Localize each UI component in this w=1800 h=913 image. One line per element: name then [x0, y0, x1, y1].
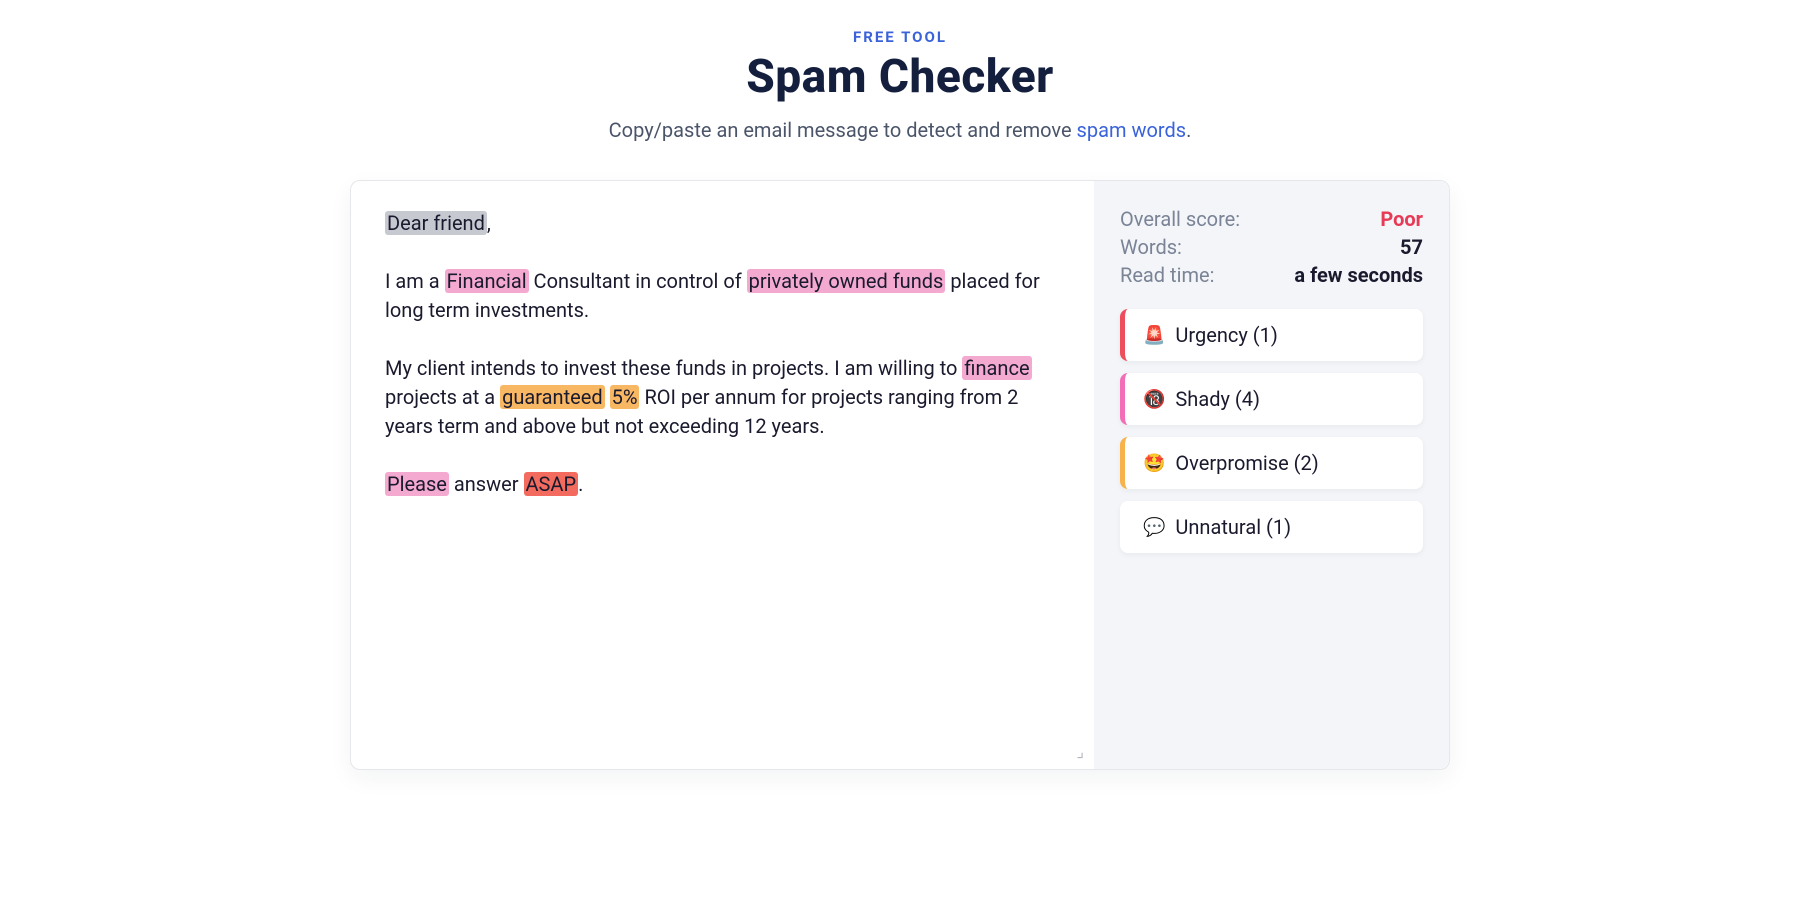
- category-card-shady[interactable]: 🔞 Shady (4): [1120, 373, 1423, 425]
- page-subtitle: Copy/paste an email message to detect an…: [350, 118, 1450, 142]
- text-span: answer: [449, 472, 524, 496]
- category-label: Urgency (1): [1175, 323, 1277, 347]
- text-span: My client intends to invest these funds …: [385, 356, 962, 380]
- tool-wrapper: Dear friend, I am a Financial Consultant…: [350, 180, 1450, 770]
- text-span: I am a: [385, 269, 445, 293]
- read-time-value: a few seconds: [1294, 263, 1423, 287]
- highlighted-word: Dear friend: [385, 211, 487, 235]
- category-card-overpromise[interactable]: 🤩 Overpromise (2): [1120, 437, 1423, 489]
- unnatural-icon: 💬: [1143, 517, 1165, 538]
- overall-score-value: Poor: [1380, 207, 1423, 231]
- eyebrow-label: FREE TOOL: [350, 28, 1450, 46]
- words-value: 57: [1400, 235, 1423, 259]
- shady-icon: 🔞: [1143, 389, 1165, 410]
- category-list: 🚨 Urgency (1) 🔞 Shady (4) 🤩 Overpromise (2) 💬 U…: [1120, 309, 1423, 553]
- text-span: Consultant in control of: [529, 269, 747, 293]
- overpromise-icon: 🤩: [1143, 453, 1165, 474]
- words-label: Words:: [1120, 235, 1182, 259]
- subtitle-pre: Copy/paste an email message to detect an…: [609, 118, 1077, 142]
- highlighted-word: Financial: [445, 269, 529, 293]
- highlighted-word: 5%: [610, 385, 640, 409]
- page-container: FREE TOOL Spam Checker Copy/paste an ema…: [350, 0, 1450, 770]
- category-card-urgency[interactable]: 🚨 Urgency (1): [1120, 309, 1423, 361]
- text-span: projects at a: [385, 385, 500, 409]
- highlighted-word: guaranteed: [500, 385, 604, 409]
- subtitle-post: .: [1186, 118, 1191, 142]
- editor-pane: Dear friend, I am a Financial Consultant…: [351, 181, 1094, 769]
- resize-handle-icon: ⌟: [1077, 742, 1085, 761]
- text-span: [605, 385, 610, 409]
- category-label: Overpromise (2): [1175, 451, 1318, 475]
- highlighted-word: ASAP: [524, 472, 579, 496]
- results-sidebar: Overall score: Poor Words: 57 Read time:…: [1094, 181, 1449, 769]
- page-title: Spam Checker: [350, 50, 1450, 104]
- overall-score-row: Overall score: Poor: [1120, 207, 1423, 231]
- highlighted-word: Please: [385, 472, 449, 496]
- urgency-icon: 🚨: [1143, 325, 1165, 346]
- category-label: Shady (4): [1175, 387, 1260, 411]
- category-label: Unnatural (1): [1175, 515, 1291, 539]
- spam-words-link[interactable]: spam words: [1077, 118, 1187, 142]
- text-span: .: [578, 472, 583, 496]
- highlighted-word: privately owned funds: [747, 269, 946, 293]
- category-card-unnatural[interactable]: 💬 Unnatural (1): [1120, 501, 1423, 553]
- highlighted-word: finance: [962, 356, 1031, 380]
- overall-score-label: Overall score:: [1120, 207, 1240, 231]
- email-text-input[interactable]: Dear friend, I am a Financial Consultant…: [385, 209, 1060, 729]
- read-time-label: Read time:: [1120, 263, 1214, 287]
- read-time-row: Read time: a few seconds: [1120, 263, 1423, 287]
- text-span: ,: [487, 211, 491, 235]
- words-row: Words: 57: [1120, 235, 1423, 259]
